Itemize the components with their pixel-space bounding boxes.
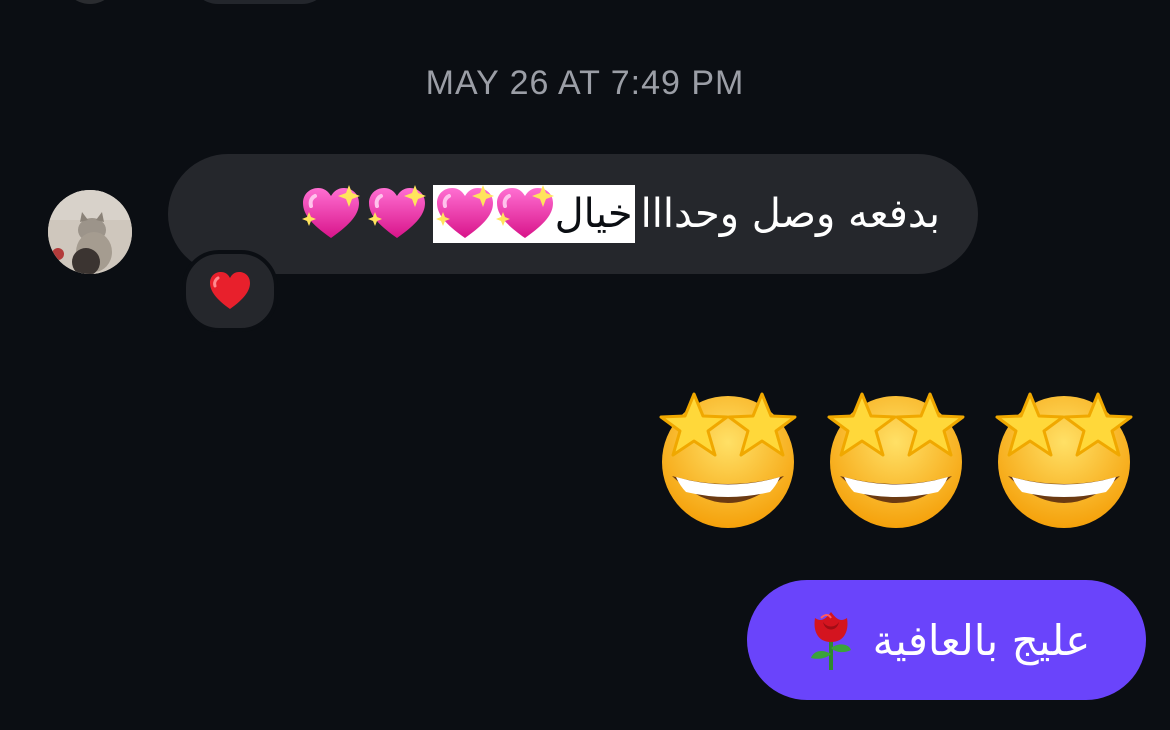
chat-thread: MAY 26 AT 7:49 PM بدفعه وصل وحدااا خيال: [0, 0, 1170, 730]
incoming-message-text: بدفعه وصل وحدااا: [640, 191, 940, 237]
highlighted-word: خيال: [554, 191, 633, 237]
incoming-message-bubble[interactable]: بدفعه وصل وحدااا خيال: [168, 154, 978, 274]
message-timestamp: MAY 26 AT 7:49 PM: [425, 64, 745, 102]
rose-icon: [810, 612, 851, 670]
previous-avatar[interactable]: [62, 0, 118, 4]
outgoing-message-text: عليج بالعافية: [872, 615, 1091, 665]
red-heart-icon: [210, 272, 250, 309]
emoji-message[interactable]: [652, 380, 1140, 532]
sparkling-heart-icon: [495, 184, 555, 244]
previous-message-bubble[interactable]: [190, 0, 330, 4]
message-reaction[interactable]: [182, 250, 278, 332]
star-struck-icon: [820, 380, 972, 532]
sparkling-heart-icon: [367, 184, 427, 244]
trailing-emojis: [301, 184, 427, 244]
sparkling-heart-icon: [301, 184, 361, 244]
star-struck-icon: [988, 380, 1140, 532]
highlighted-selection[interactable]: خيال: [432, 184, 635, 244]
sparkling-heart-icon: [435, 184, 495, 244]
star-struck-icon: [652, 380, 804, 532]
avatar[interactable]: [48, 190, 132, 274]
outgoing-message-bubble[interactable]: عليج بالعافية: [747, 580, 1146, 700]
